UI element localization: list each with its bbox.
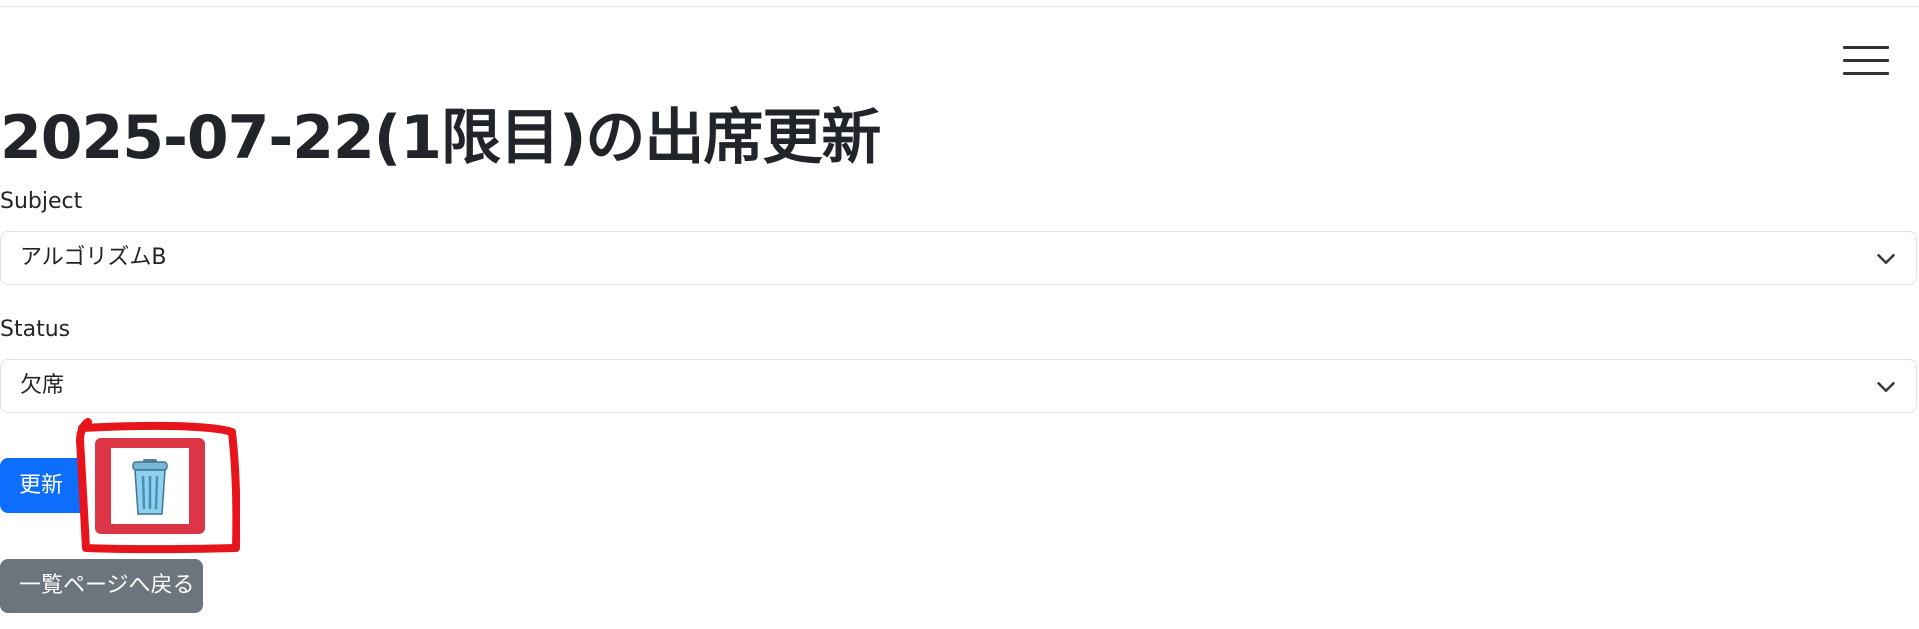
- menu-bar: [1843, 59, 1889, 62]
- delete-button[interactable]: [95, 438, 205, 534]
- chevron-down-icon: [1877, 254, 1895, 264]
- back-to-list-button[interactable]: 一覧ページへ戻る: [0, 559, 203, 613]
- subject-selected-value: アルゴリズムB: [20, 245, 167, 270]
- update-button[interactable]: 更新: [0, 458, 80, 513]
- subject-select[interactable]: アルゴリズムB: [0, 231, 1917, 285]
- status-selected-value: 欠席: [20, 373, 65, 398]
- status-label: Status: [0, 317, 71, 342]
- trash-can-icon: [132, 459, 168, 515]
- delete-icon-frame: [111, 448, 189, 524]
- chevron-down-icon: [1877, 382, 1895, 392]
- menu-bar: [1843, 46, 1889, 49]
- subject-label: Subject: [0, 189, 83, 214]
- top-divider: [0, 6, 1919, 7]
- hamburger-menu-icon[interactable]: [1843, 45, 1891, 77]
- page-title: 2025-07-22(1限目)の出席更新: [0, 103, 881, 173]
- menu-bar: [1843, 72, 1889, 75]
- status-select[interactable]: 欠席: [0, 359, 1917, 413]
